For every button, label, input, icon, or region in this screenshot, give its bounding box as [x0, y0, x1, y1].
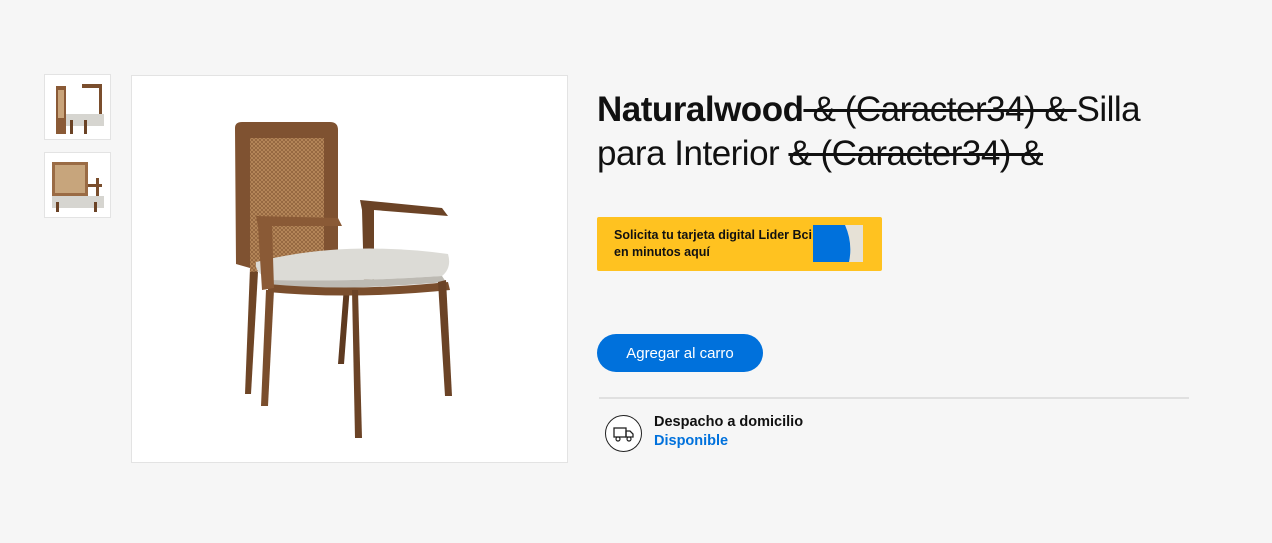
- shipping-title: Despacho a domicilio: [654, 414, 804, 430]
- add-to-cart-button[interactable]: Agregar al carro: [597, 334, 763, 372]
- credit-card-icon: [813, 225, 863, 262]
- title-placeholder-strikethrough: & (Caracter34) &: [803, 90, 1077, 129]
- promo-text: Solicita tu tarjeta digital Lider Bci en…: [614, 228, 812, 259]
- chair-thumbnail-side: [51, 162, 104, 212]
- shipping-status: Disponible: [654, 433, 729, 449]
- section-divider: [599, 397, 1189, 399]
- truck-icon: [605, 415, 642, 452]
- credit-card-promo-banner[interactable]: Solicita tu tarjeta digital Lider Bci en…: [597, 217, 882, 271]
- product-title: Naturalwood & (Caracter34) & Silla para …: [597, 88, 1217, 176]
- chair-thumbnail-front: [55, 84, 104, 134]
- thumbnail-2[interactable]: [44, 152, 111, 218]
- product-main-image: [131, 75, 568, 463]
- armchair-illustration: [235, 122, 452, 438]
- product-brand: Naturalwood: [597, 90, 804, 129]
- title-placeholder-strikethrough-2: & (Caracter34) &: [788, 134, 1044, 173]
- thumbnail-1[interactable]: [44, 74, 111, 140]
